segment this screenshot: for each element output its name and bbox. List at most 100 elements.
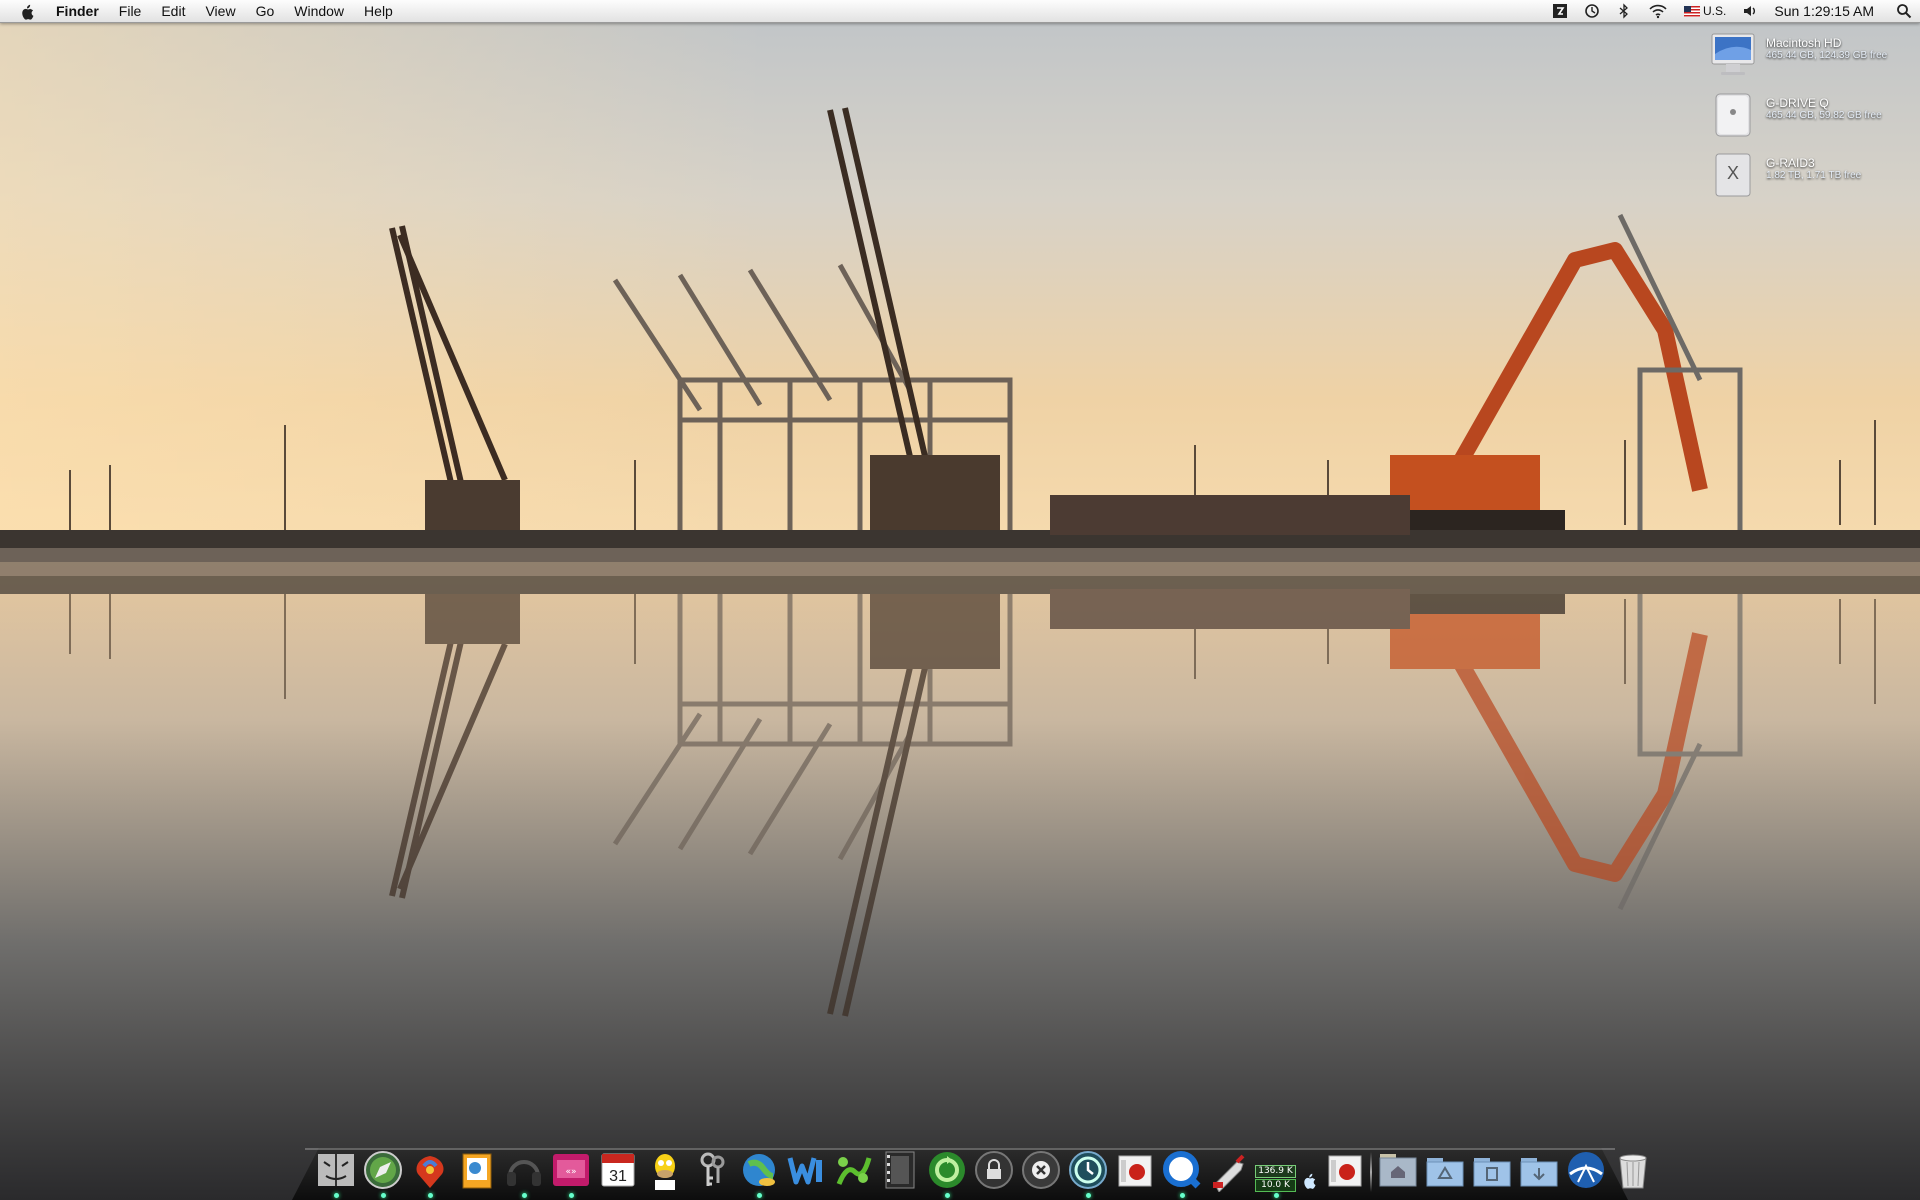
running-indicator — [1179, 1193, 1185, 1198]
word-icon — [787, 1157, 822, 1185]
dock-item-headphones[interactable] — [500, 1142, 547, 1198]
menu-bar: Finder File Edit View Go Window Help U.S… — [0, 0, 1920, 23]
dock-item-vine[interactable] — [829, 1142, 876, 1192]
running-indicator — [333, 1193, 339, 1198]
menu-edit[interactable]: Edit — [151, 0, 195, 22]
network-globe-icon — [742, 1154, 775, 1186]
dock-item-apps[interactable] — [1562, 1142, 1609, 1192]
dock-item-network[interactable] — [735, 1142, 782, 1198]
bluetooth-menu-icon[interactable] — [1616, 3, 1632, 19]
headphones-icon — [506, 1160, 541, 1186]
dock-item-ical[interactable]: 31 — [594, 1142, 641, 1192]
recycle-folder-icon — [1426, 1158, 1463, 1187]
running-indicator — [380, 1193, 386, 1198]
dock-item-keychain[interactable] — [688, 1142, 735, 1192]
running-indicator — [944, 1193, 950, 1198]
network-download-rate: 10.0 K — [1255, 1179, 1296, 1192]
phoenix-icon — [416, 1156, 443, 1188]
menu-window[interactable]: Window — [284, 0, 354, 22]
dock-item-rocket[interactable] — [1205, 1142, 1252, 1192]
apple-box-icon — [1118, 1155, 1151, 1187]
input-source-label: U.S. — [1703, 4, 1727, 18]
dock-item-finder-apple[interactable] — [1299, 1142, 1321, 1192]
apple-box-2-icon — [1328, 1155, 1361, 1187]
dock-item-home-folder[interactable] — [1374, 1142, 1421, 1192]
x-drive-icon: X — [1715, 153, 1751, 197]
app-menu-finder[interactable]: Finder — [52, 0, 109, 22]
dock-item-documents-folder[interactable] — [1468, 1142, 1515, 1192]
documents-folder-icon — [1473, 1158, 1510, 1187]
dock-item-recycle-folder[interactable] — [1421, 1142, 1468, 1192]
dock-item-lock[interactable] — [970, 1142, 1017, 1192]
dock-item-safari[interactable] — [359, 1142, 406, 1198]
dock-item-apple-box[interactable] — [1111, 1142, 1158, 1192]
drive-macintosh-hd[interactable]: Macintosh HD 465.44 GB, 124.39 GB free — [1708, 32, 1918, 82]
us-flag-icon — [1684, 5, 1701, 17]
apps-icon — [1567, 1152, 1604, 1188]
dock-item-trash[interactable] — [1609, 1142, 1656, 1192]
keychain-icon — [700, 1152, 724, 1186]
input-source-menu[interactable]: U.S. — [1684, 4, 1726, 18]
dock-item-close[interactable] — [1017, 1142, 1064, 1192]
script-menu-icon[interactable] — [1552, 3, 1568, 19]
volume-menu-icon[interactable] — [1742, 3, 1758, 19]
itunes-icon: «» — [552, 1154, 589, 1186]
menu-extras: U.S. Sun 1:29:15 AM — [1544, 0, 1920, 22]
dock-item-preview[interactable] — [453, 1142, 500, 1192]
svg-text:«»: «» — [565, 1167, 576, 1177]
dock: «» 31 136.9 K 10.0 K — [312, 1138, 1656, 1198]
dock-item-itunes[interactable]: «» — [547, 1142, 594, 1198]
dock-item-homer[interactable] — [641, 1142, 688, 1192]
menu-help[interactable]: Help — [354, 0, 403, 22]
spotlight-search-icon[interactable] — [1896, 3, 1912, 19]
drive-name: G-RAID3 — [1766, 156, 1815, 170]
home-folder-icon — [1379, 1154, 1416, 1187]
menu-clock[interactable]: Sun 1:29:15 AM — [1774, 3, 1874, 19]
drive-g-drive-q[interactable]: G-DRIVE Q 465.44 GB, 59.82 GB free — [1708, 92, 1918, 142]
time-machine-menu-icon[interactable] — [1584, 3, 1600, 19]
dock-item-sync[interactable] — [923, 1142, 970, 1198]
running-indicator — [521, 1193, 527, 1198]
finder-icon — [317, 1154, 354, 1186]
dock-item-word[interactable] — [782, 1142, 829, 1192]
vine-icon — [836, 1157, 871, 1185]
wifi-menu-icon[interactable] — [1648, 3, 1668, 19]
dock-item-downloads-folder[interactable] — [1515, 1142, 1562, 1192]
safari-icon — [363, 1151, 402, 1189]
dock-item-time-machine[interactable] — [1064, 1142, 1111, 1198]
quicktime-icon — [1162, 1151, 1200, 1189]
dock-item-apple-box-2[interactable] — [1321, 1142, 1368, 1192]
apple-menu-icon[interactable] — [16, 2, 38, 20]
trash-icon — [1618, 1154, 1647, 1189]
menu-go[interactable]: Go — [246, 0, 285, 22]
running-indicator — [756, 1193, 762, 1198]
time-machine-icon — [1068, 1151, 1107, 1189]
drive-info: 465.44 GB, 124.39 GB free — [1766, 50, 1888, 61]
dock-item-phoenix[interactable] — [406, 1142, 453, 1198]
running-indicator — [1085, 1193, 1091, 1198]
menu-view[interactable]: View — [195, 0, 245, 22]
homer-icon — [654, 1154, 675, 1190]
imac-drive-icon — [1711, 33, 1755, 75]
dock-item-finder[interactable] — [312, 1142, 359, 1198]
running-indicator — [568, 1193, 574, 1198]
lock-icon — [974, 1151, 1013, 1189]
film-icon — [885, 1151, 914, 1189]
drive-info: 1.82 TB, 1.71 TB free — [1766, 170, 1862, 181]
network-upload-rate: 136.9 K — [1255, 1165, 1296, 1178]
menu-file[interactable]: File — [109, 0, 152, 22]
downloads-folder-icon — [1520, 1158, 1557, 1187]
running-indicator — [427, 1193, 433, 1198]
desktop-wallpaper — [0, 0, 1920, 1200]
running-indicator — [1273, 1193, 1279, 1198]
svg-text:X: X — [1727, 163, 1739, 183]
drive-name: Macintosh HD — [1766, 36, 1842, 50]
network-monitor-icon: 136.9 K 10.0 K — [1255, 1165, 1296, 1192]
sync-icon — [928, 1152, 965, 1188]
preview-icon — [462, 1153, 491, 1189]
drive-g-raid3[interactable]: X G-RAID3 1.82 TB, 1.71 TB free — [1708, 152, 1918, 202]
dock-item-quicktime[interactable] — [1158, 1142, 1205, 1198]
dock-item-network-monitor: 136.9 K 10.0 K — [1252, 1142, 1299, 1198]
dock-item-film[interactable] — [876, 1142, 923, 1192]
drive-name: G-DRIVE Q — [1766, 96, 1829, 110]
